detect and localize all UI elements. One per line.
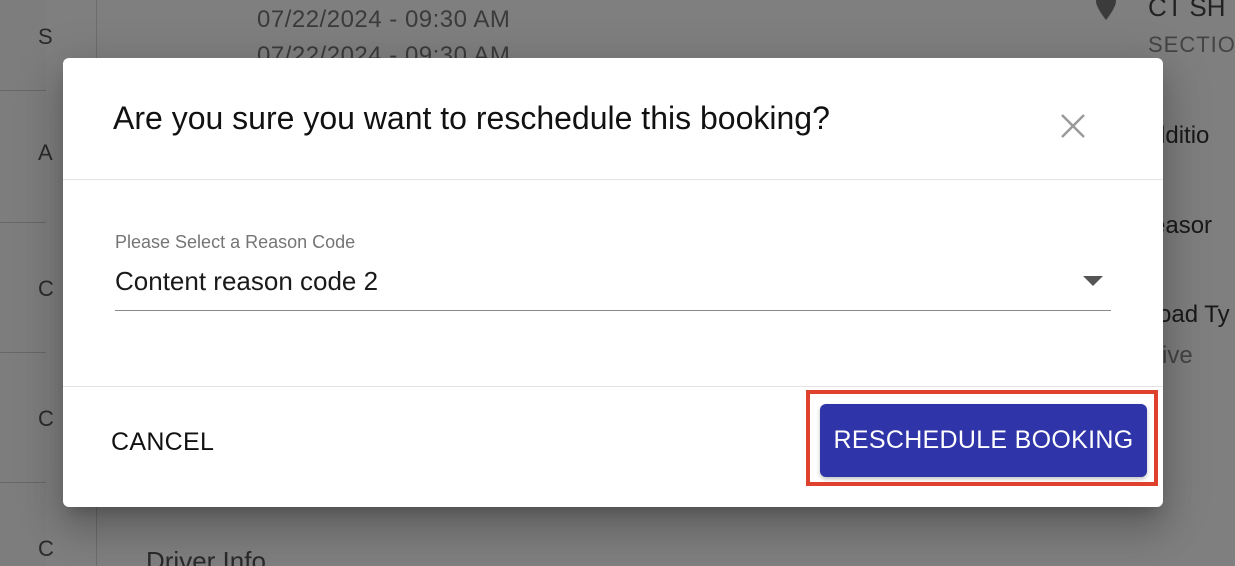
dialog-header: Are you sure you want to reschedule this… <box>63 58 1163 180</box>
reason-code-selected-value: Content reason code 2 <box>115 266 379 296</box>
app-viewport: S A C C C 07/22/2024 - 09:30 AM 07/22/20… <box>0 0 1235 566</box>
reschedule-confirmation-dialog: Are you sure you want to reschedule this… <box>63 58 1163 507</box>
close-button[interactable] <box>1053 106 1093 146</box>
reschedule-booking-button[interactable]: RESCHEDULE BOOKING <box>820 404 1147 477</box>
dropdown-arrow-icon <box>1083 276 1103 286</box>
reason-code-select[interactable]: Content reason code 2 <box>115 260 1111 311</box>
dialog-actions: CANCEL RESCHEDULE BOOKING <box>63 387 1163 507</box>
close-icon <box>1061 114 1085 138</box>
dialog-title: Are you sure you want to reschedule this… <box>113 100 830 136</box>
reason-code-label: Please Select a Reason Code <box>115 232 356 252</box>
cancel-button[interactable]: CANCEL <box>101 417 224 467</box>
dialog-body: Please Select a Reason Code Content reas… <box>63 180 1163 387</box>
